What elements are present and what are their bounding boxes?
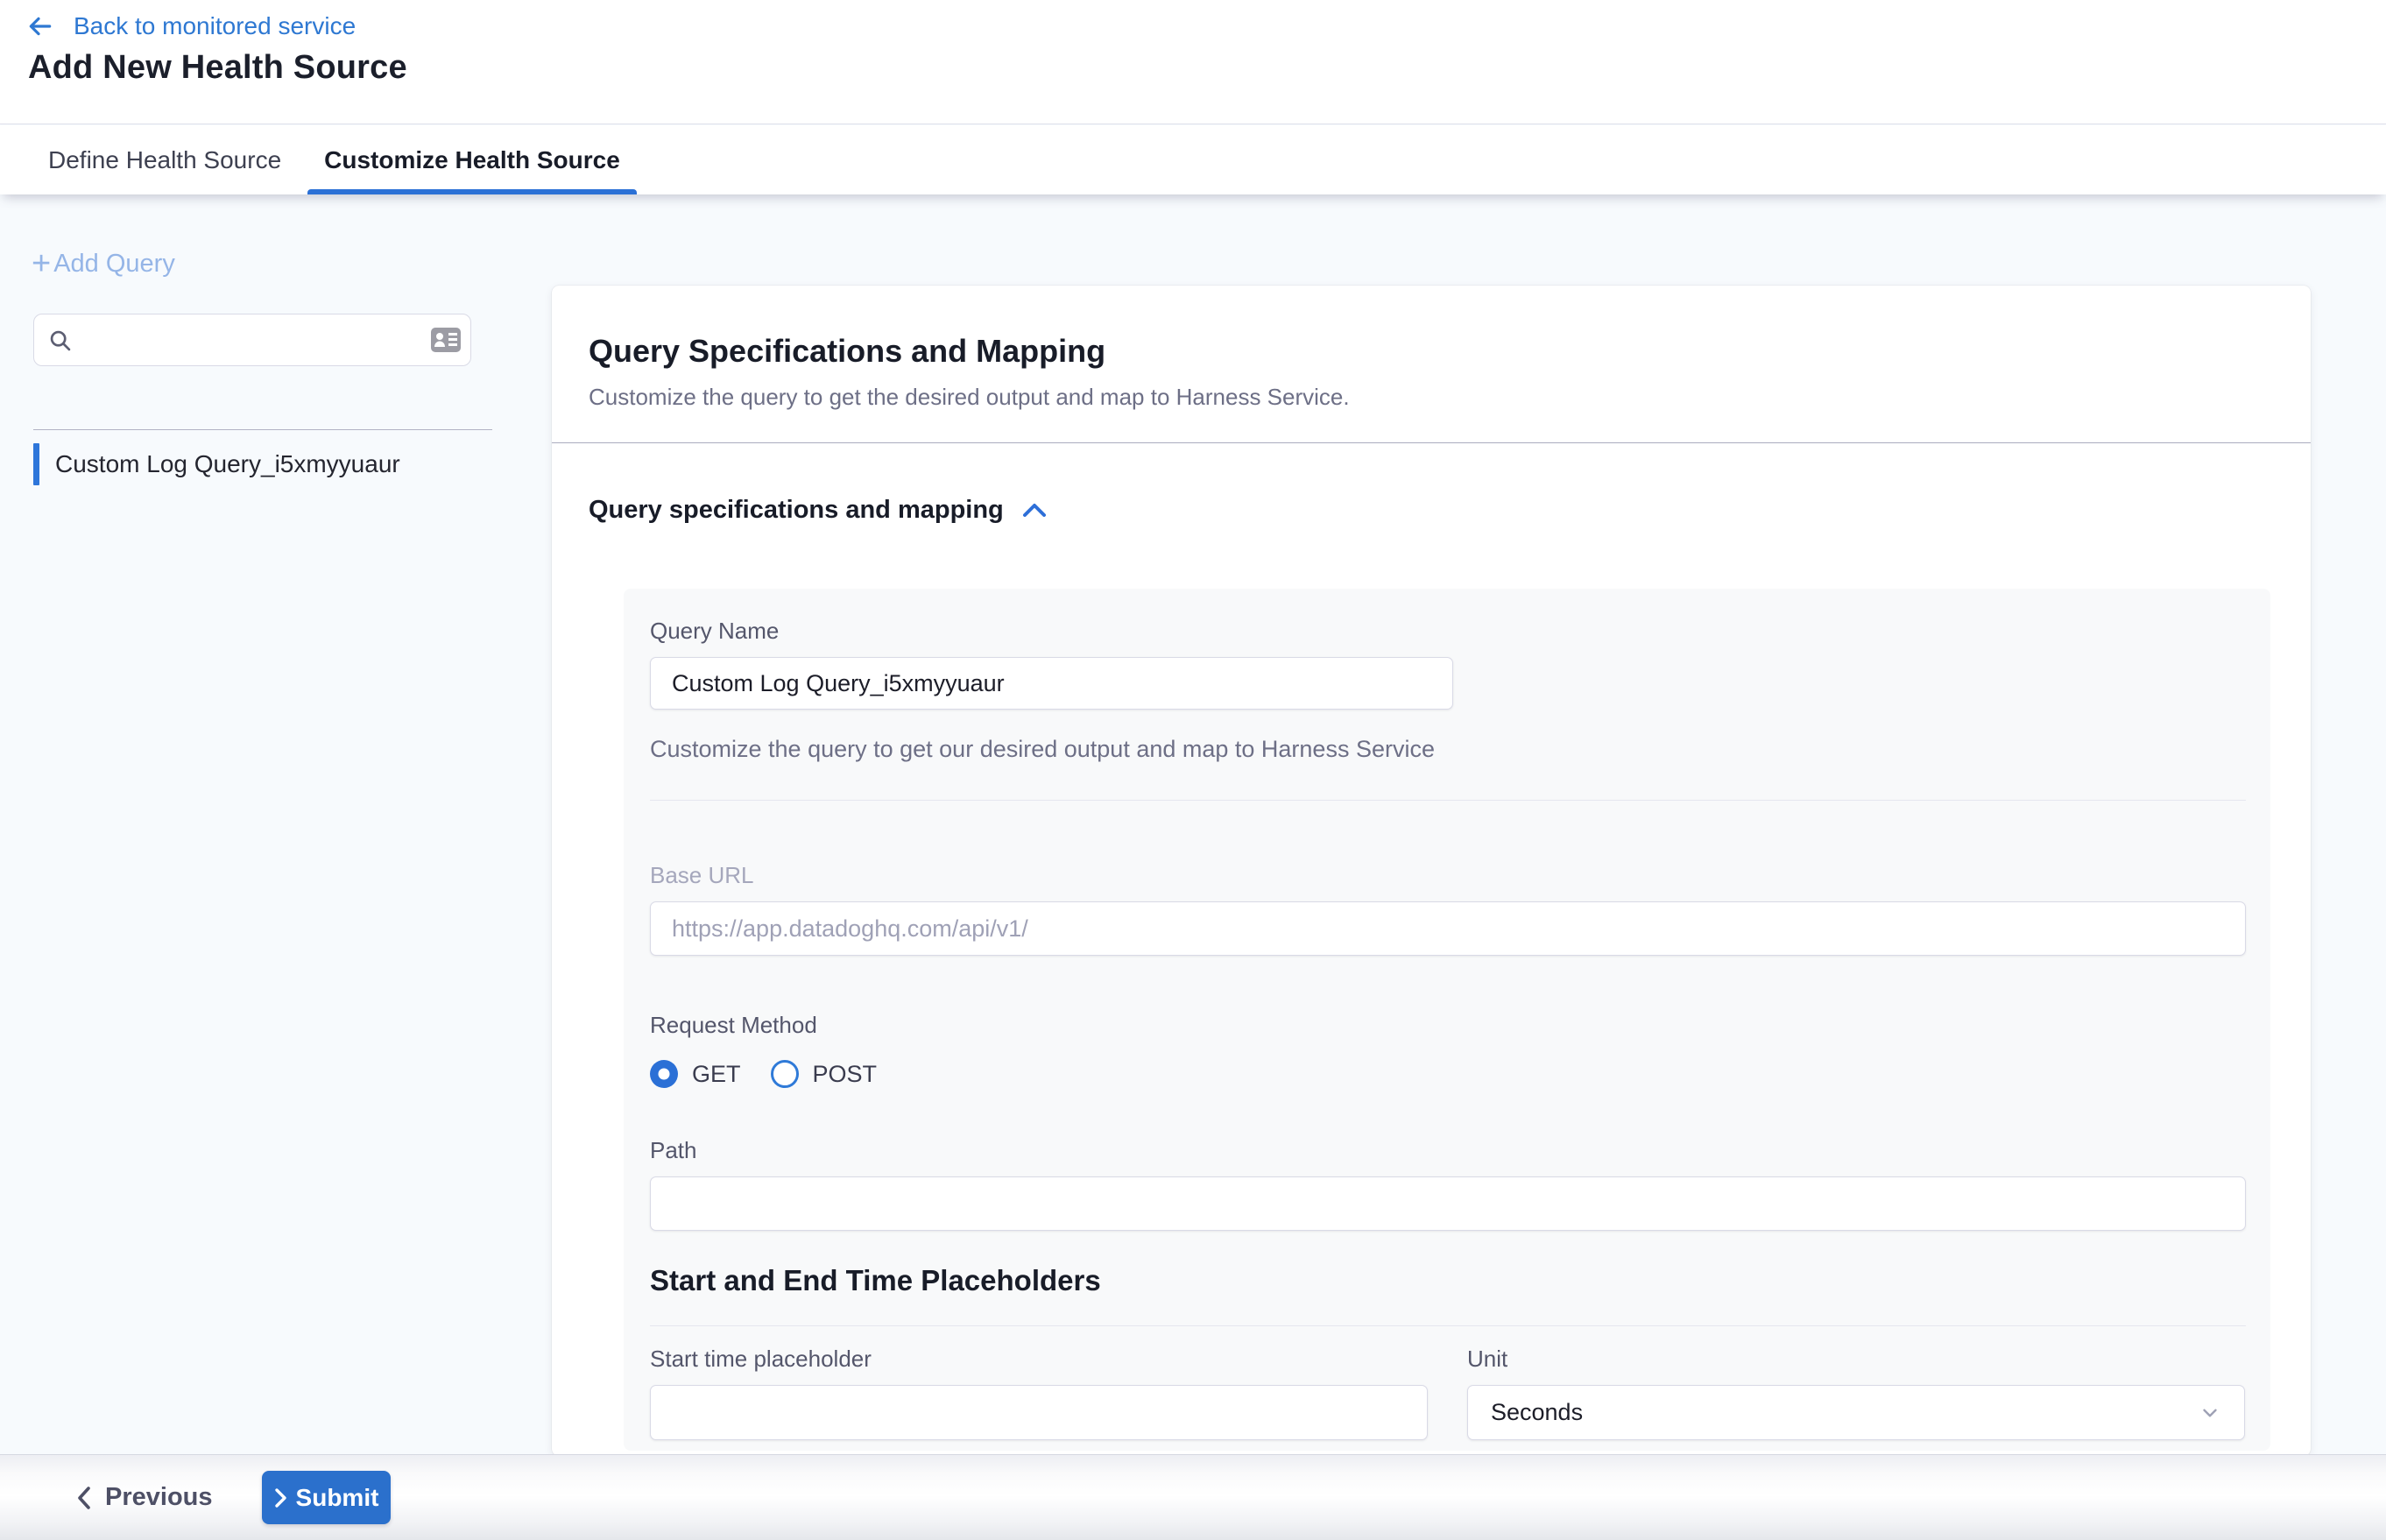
start-time-label: Start time placeholder bbox=[650, 1346, 1428, 1373]
unit-select-value: Seconds bbox=[1491, 1399, 1583, 1426]
chevron-down-icon bbox=[2199, 1402, 2221, 1424]
start-time-input[interactable] bbox=[650, 1385, 1428, 1440]
radio-unselected-icon bbox=[771, 1060, 799, 1088]
tab-customize-health-source[interactable]: Customize Health Source bbox=[307, 125, 637, 194]
query-name-helper: Customize the query to get our desired o… bbox=[650, 736, 2246, 763]
card-header: Query Specifications and Mapping Customi… bbox=[552, 286, 2311, 443]
selected-indicator-bar bbox=[33, 443, 39, 485]
wizard-footer: Previous Submit bbox=[0, 1454, 2386, 1540]
request-method-label: Request Method bbox=[650, 1012, 2246, 1039]
back-link[interactable]: Back to monitored service bbox=[26, 12, 356, 40]
chevron-right-icon bbox=[273, 1487, 287, 1508]
query-item-label: Custom Log Query_i5xmyyuaur bbox=[55, 450, 400, 478]
base-url-label: Base URL bbox=[650, 862, 2246, 889]
add-query-label: Add Query bbox=[53, 250, 175, 279]
submit-button[interactable]: Submit bbox=[262, 1471, 391, 1524]
request-method-radio-group: GET POST bbox=[650, 1060, 2246, 1088]
panel-divider-1 bbox=[650, 800, 2246, 801]
panel-divider-2 bbox=[650, 1325, 2246, 1326]
time-placeholders-heading: Start and End Time Placeholders bbox=[650, 1264, 2246, 1297]
unit-label: Unit bbox=[1467, 1346, 2245, 1373]
page-title: Add New Health Source bbox=[28, 49, 407, 87]
wizard-tab-bar: Define Health Source Customize Health So… bbox=[0, 125, 2386, 194]
query-name-input[interactable] bbox=[650, 657, 1453, 710]
query-search-input[interactable] bbox=[83, 315, 416, 364]
path-label: Path bbox=[650, 1137, 2246, 1164]
path-input[interactable] bbox=[650, 1176, 2246, 1231]
query-list-item[interactable]: Custom Log Query_i5xmyyuaur bbox=[33, 443, 400, 485]
collapsible-section-header: Query specifications and mapping bbox=[589, 496, 2311, 525]
radio-option-get[interactable]: GET bbox=[650, 1060, 741, 1088]
contact-card-icon[interactable] bbox=[430, 326, 462, 354]
radio-post-label: POST bbox=[813, 1061, 878, 1088]
sidebar-divider bbox=[33, 429, 492, 430]
start-time-column: Start time placeholder bbox=[650, 1346, 1428, 1440]
back-link-label: Back to monitored service bbox=[74, 12, 356, 40]
time-placeholder-row: Start time placeholder Unit Seconds bbox=[650, 1346, 2246, 1440]
tab-define-health-source[interactable]: Define Health Source bbox=[48, 125, 281, 194]
plus-icon: + bbox=[32, 247, 51, 280]
submit-button-label: Submit bbox=[296, 1484, 379, 1512]
previous-button[interactable]: Previous bbox=[75, 1483, 213, 1512]
query-name-label: Query Name bbox=[650, 618, 2246, 645]
add-query-button[interactable]: + Add Query bbox=[32, 247, 175, 280]
arrow-left-icon bbox=[26, 12, 54, 40]
card-subtitle: Customize the query to get the desired o… bbox=[589, 384, 2274, 411]
unit-select[interactable]: Seconds bbox=[1467, 1385, 2245, 1440]
query-mapping-card: Query Specifications and Mapping Customi… bbox=[552, 286, 2311, 1456]
radio-option-post[interactable]: POST bbox=[771, 1060, 878, 1088]
page-header: Back to monitored service Add New Health… bbox=[0, 0, 2386, 124]
query-spec-panel: Query Name Customize the query to get ou… bbox=[624, 589, 2270, 1451]
search-icon bbox=[48, 328, 73, 353]
radio-get-label: GET bbox=[692, 1061, 741, 1088]
query-search-box bbox=[33, 314, 471, 366]
chevron-up-icon[interactable] bbox=[1021, 500, 1048, 521]
previous-button-label: Previous bbox=[105, 1483, 213, 1512]
radio-selected-icon bbox=[650, 1060, 678, 1088]
chevron-left-icon bbox=[75, 1486, 93, 1510]
base-url-input[interactable] bbox=[650, 901, 2246, 956]
section-title: Query specifications and mapping bbox=[589, 496, 1004, 525]
add-health-source-screen: Back to monitored service Add New Health… bbox=[0, 0, 2386, 1540]
unit-column: Unit Seconds bbox=[1467, 1346, 2245, 1440]
card-title: Query Specifications and Mapping bbox=[589, 333, 2274, 370]
